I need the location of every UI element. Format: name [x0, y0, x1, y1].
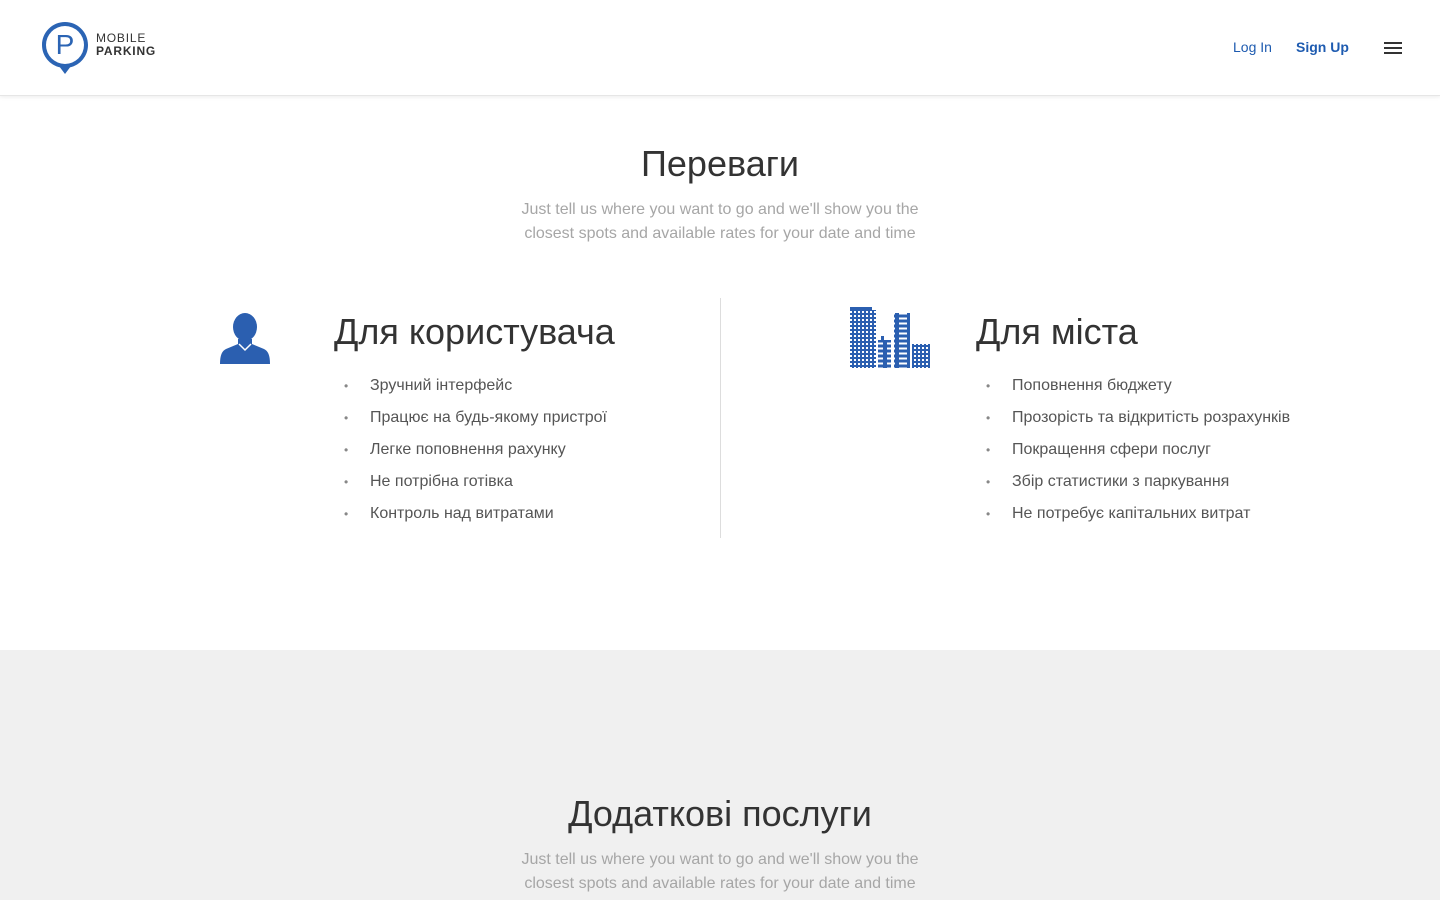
- menu-bar: [1384, 42, 1402, 44]
- services-subtitle-line2: closest spots and available rates for yo…: [524, 875, 916, 892]
- site-header: P MOBILE PARKING Log In Sign Up: [0, 0, 1440, 96]
- bullet: •: [344, 411, 349, 425]
- parking-pin-icon: P: [42, 22, 88, 74]
- bullet: •: [986, 475, 991, 489]
- bullet: •: [344, 379, 349, 393]
- column-divider: [720, 298, 721, 538]
- bullet: •: [344, 475, 349, 489]
- list-item-text: Працює на будь-якому пристрої: [370, 409, 607, 426]
- list-item: • Не потрібна готівка: [344, 470, 607, 502]
- list-item-text: Покращення сфери послуг: [1012, 441, 1211, 458]
- bullet: •: [344, 443, 349, 457]
- list-item: • Прозорість та відкритість розрахунків: [986, 406, 1290, 438]
- hamburger-menu-icon[interactable]: [1380, 36, 1406, 60]
- logo-link[interactable]: P MOBILE PARKING: [40, 20, 156, 76]
- bullet: •: [986, 443, 991, 457]
- signup-link[interactable]: Sign Up: [1296, 38, 1349, 56]
- list-item-text: Прозорість та відкритість розрахунків: [1012, 409, 1291, 426]
- advantages-title: Переваги: [641, 143, 799, 184]
- menu-bar: [1384, 52, 1402, 54]
- logo-text: MOBILE PARKING: [96, 32, 156, 58]
- advantages-subtitle: Just tell us where you want to go and we…: [500, 198, 940, 246]
- list-item: • Контроль над витратами: [344, 502, 607, 534]
- services-title: Додаткові послуги: [568, 793, 872, 834]
- list-item: • Поповнення бюджету: [986, 374, 1290, 406]
- login-link[interactable]: Log In: [1233, 38, 1272, 56]
- user-feature-list: • Зручний інтерфейс • Працює на будь-якому…: [344, 374, 607, 534]
- list-item: • Зручний інтерфейс: [344, 374, 607, 406]
- city-buildings-icon: [850, 307, 930, 368]
- bullet: •: [986, 411, 991, 425]
- logo-mark-letter: P: [56, 29, 75, 60]
- list-item-text: Зручний інтерфейс: [370, 377, 513, 394]
- city-column-title: Для міста: [976, 311, 1138, 352]
- bullet: •: [986, 507, 991, 521]
- list-item-text: Збір статистики з паркування: [1012, 473, 1230, 490]
- bullet: •: [344, 507, 349, 521]
- list-item-text: Не потребує капітальних витрат: [1012, 505, 1251, 522]
- list-item: • Покращення сфери послуг: [986, 438, 1290, 470]
- list-item: • Працює на будь-якому пристрої: [344, 406, 607, 438]
- list-item-text: Не потрібна готівка: [370, 473, 513, 490]
- list-item-text: Поповнення бюджету: [1012, 377, 1172, 394]
- services-subtitle: Just tell us where you want to go and we…: [500, 848, 940, 896]
- bullet: •: [986, 379, 991, 393]
- list-item: • Легке поповнення рахунку: [344, 438, 607, 470]
- list-item: • Не потребує капітальних витрат: [986, 502, 1290, 534]
- list-item: • Збір статистики з паркування: [986, 470, 1290, 502]
- list-item-text: Контроль над витратами: [370, 505, 554, 522]
- user-column-title: Для користувача: [334, 311, 615, 352]
- advantages-subtitle-line1: Just tell us where you want to go and we…: [521, 201, 919, 218]
- logo-line2: PARKING: [96, 44, 157, 58]
- city-feature-list: • Поповнення бюджету • Прозорість та відкр…: [986, 374, 1290, 534]
- list-item-text: Легке поповнення рахунку: [370, 441, 566, 458]
- services-section: Додаткові послуги Just tell us where you…: [0, 650, 1440, 900]
- menu-bar: [1384, 47, 1402, 49]
- advantages-subtitle-line2: closest spots and available rates for yo…: [524, 225, 916, 242]
- services-subtitle-line1: Just tell us where you want to go and we…: [521, 851, 919, 868]
- user-icon: [220, 313, 270, 364]
